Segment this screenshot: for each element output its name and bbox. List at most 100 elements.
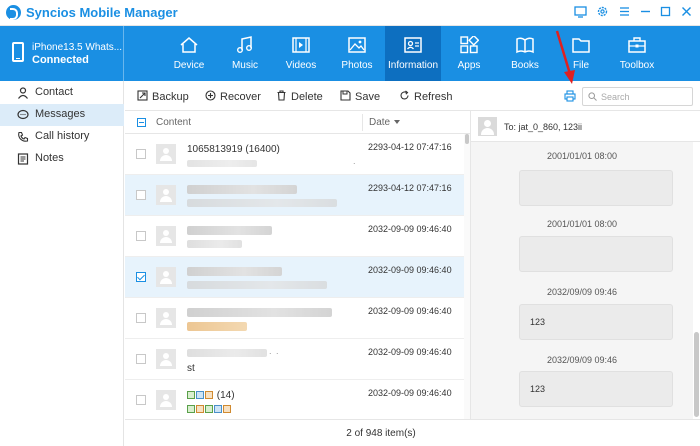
- message-bubble[interactable]: [519, 170, 673, 206]
- sort-desc-icon: [394, 120, 401, 124]
- save-button[interactable]: Save: [340, 90, 380, 104]
- emoji-icon: [196, 405, 204, 413]
- sidebar-item-messages[interactable]: Messages: [0, 104, 124, 126]
- table-row[interactable]: . . st 2032-09-09 09:46:40: [125, 339, 464, 380]
- redacted-text: [187, 226, 272, 235]
- row-checkbox-checked[interactable]: [136, 272, 146, 282]
- sidebar-item-call-history[interactable]: Call history: [0, 126, 124, 148]
- search-box[interactable]: [582, 87, 693, 106]
- column-header-content[interactable]: Content: [156, 117, 191, 128]
- date-header-label: Date: [369, 117, 391, 128]
- row-date: 2032-09-09 09:46:40: [368, 306, 452, 316]
- redacted-text: [187, 240, 242, 248]
- maximize-icon[interactable]: [658, 5, 672, 19]
- menu-icon[interactable]: [617, 5, 631, 19]
- message-bubble[interactable]: [519, 236, 673, 272]
- table-row[interactable]: 2032-09-09 09:46:40: [125, 216, 464, 257]
- row-checkbox[interactable]: [136, 354, 146, 364]
- message-bubble[interactable]: 123: [519, 371, 673, 407]
- row-date: 2032-09-09 09:46:40: [368, 347, 452, 357]
- message-bubble[interactable]: 123: [519, 304, 673, 340]
- apps-icon: [460, 36, 479, 54]
- conversation-scrollbar[interactable]: [693, 142, 700, 419]
- trash-icon: [277, 90, 286, 101]
- row-subtitle: [187, 404, 232, 415]
- emoji-icon: [223, 405, 231, 413]
- status-bar: 2 of 948 item(s): [125, 419, 700, 446]
- avatar: [156, 349, 176, 369]
- sidebar-item-contact[interactable]: Contact: [0, 82, 124, 104]
- row-checkbox[interactable]: [136, 395, 146, 405]
- tab-apps[interactable]: Apps: [441, 26, 497, 81]
- tab-toolbox[interactable]: Toolbox: [609, 26, 665, 81]
- scrollbar-thumb[interactable]: [694, 332, 699, 417]
- tab-label: Videos: [285, 60, 317, 71]
- tab-photos[interactable]: Photos: [329, 26, 385, 81]
- emoji-icon: [205, 405, 213, 413]
- save-icon: [340, 90, 351, 101]
- feedback-icon[interactable]: [573, 5, 587, 19]
- emoji-icon: [187, 391, 195, 399]
- refresh-button[interactable]: Refresh: [399, 90, 453, 104]
- settings-icon[interactable]: [595, 5, 609, 19]
- row-title: (14): [187, 390, 235, 401]
- redacted-text: [187, 185, 297, 194]
- phone-icon: [18, 131, 29, 142]
- photo-icon: [348, 37, 366, 53]
- table-row[interactable]: 2032-09-09 09:46:40: [125, 257, 464, 298]
- avatar: [156, 308, 176, 328]
- refresh-icon: [400, 90, 409, 100]
- tab-information[interactable]: Information: [385, 26, 441, 81]
- table-row[interactable]: 2032-09-09 09:46:40: [125, 298, 464, 339]
- toolbar: Backup Recover Delete Save Refresh: [125, 81, 700, 111]
- close-icon[interactable]: [679, 5, 693, 19]
- scrollbar-thumb[interactable]: [465, 134, 469, 144]
- app-title: Syncios Mobile Manager: [26, 5, 178, 20]
- delete-label: Delete: [291, 91, 323, 103]
- column-header-date[interactable]: Date: [369, 117, 401, 128]
- tab-videos[interactable]: Videos: [273, 26, 329, 81]
- row-checkbox[interactable]: [136, 231, 146, 241]
- tab-label: Information: [387, 60, 439, 71]
- sidebar-item-notes[interactable]: Notes: [0, 148, 124, 170]
- save-label: Save: [355, 91, 381, 103]
- message-timestamp: 2001/01/01 08:00: [546, 219, 618, 229]
- search-input[interactable]: [601, 90, 689, 103]
- message-list: 1065813919 (16400) . 2293-04-12 07:47:16…: [125, 134, 464, 419]
- tab-label: Apps: [457, 60, 481, 71]
- sidebar: Contact Messages Call history Notes: [0, 81, 124, 446]
- app-logo-icon: [6, 5, 21, 20]
- row-checkbox[interactable]: [136, 190, 146, 200]
- toolbox-icon: [628, 37, 646, 53]
- table-row[interactable]: (14) 2032-09-09 09:46:40: [125, 380, 464, 419]
- column-divider[interactable]: [362, 114, 363, 131]
- recover-button[interactable]: Recover: [205, 90, 261, 104]
- minimize-icon[interactable]: [638, 5, 652, 19]
- row-checkbox[interactable]: [136, 149, 146, 159]
- row-checkbox[interactable]: [136, 313, 146, 323]
- notes-icon: [17, 153, 29, 165]
- avatar: [156, 267, 176, 287]
- message-timestamp: 2001/01/01 08:00: [546, 151, 618, 161]
- device-status: Connected: [32, 54, 89, 66]
- sidebar-item-label: Call history: [35, 130, 90, 142]
- row-date: 2032-09-09 09:46:40: [368, 265, 452, 275]
- print-icon[interactable]: [564, 90, 576, 102]
- table-row[interactable]: 1065813919 (16400) . 2293-04-12 07:47:16: [125, 134, 464, 175]
- tab-music[interactable]: Music: [217, 26, 273, 81]
- backup-label: Backup: [152, 91, 189, 103]
- delete-button[interactable]: Delete: [276, 90, 323, 104]
- table-row[interactable]: 2293-04-12 07:47:16: [125, 175, 464, 216]
- item-count: 2 of 948 item(s): [346, 428, 416, 439]
- title-bar: Syncios Mobile Manager: [0, 0, 700, 26]
- backup-button[interactable]: Backup: [137, 90, 189, 104]
- person-icon: [18, 87, 28, 99]
- redacted-text: [187, 349, 267, 357]
- select-all-checkbox[interactable]: [137, 118, 146, 127]
- tab-label: Music: [231, 60, 259, 71]
- conversation-header: To: jat_0_860, 123ii: [471, 111, 700, 142]
- tab-device[interactable]: Device: [161, 26, 217, 81]
- device-panel[interactable]: iPhone13.5 Whats... Connected: [0, 26, 124, 81]
- redacted-text: [187, 160, 257, 167]
- device-name: iPhone13.5 Whats...: [32, 42, 123, 53]
